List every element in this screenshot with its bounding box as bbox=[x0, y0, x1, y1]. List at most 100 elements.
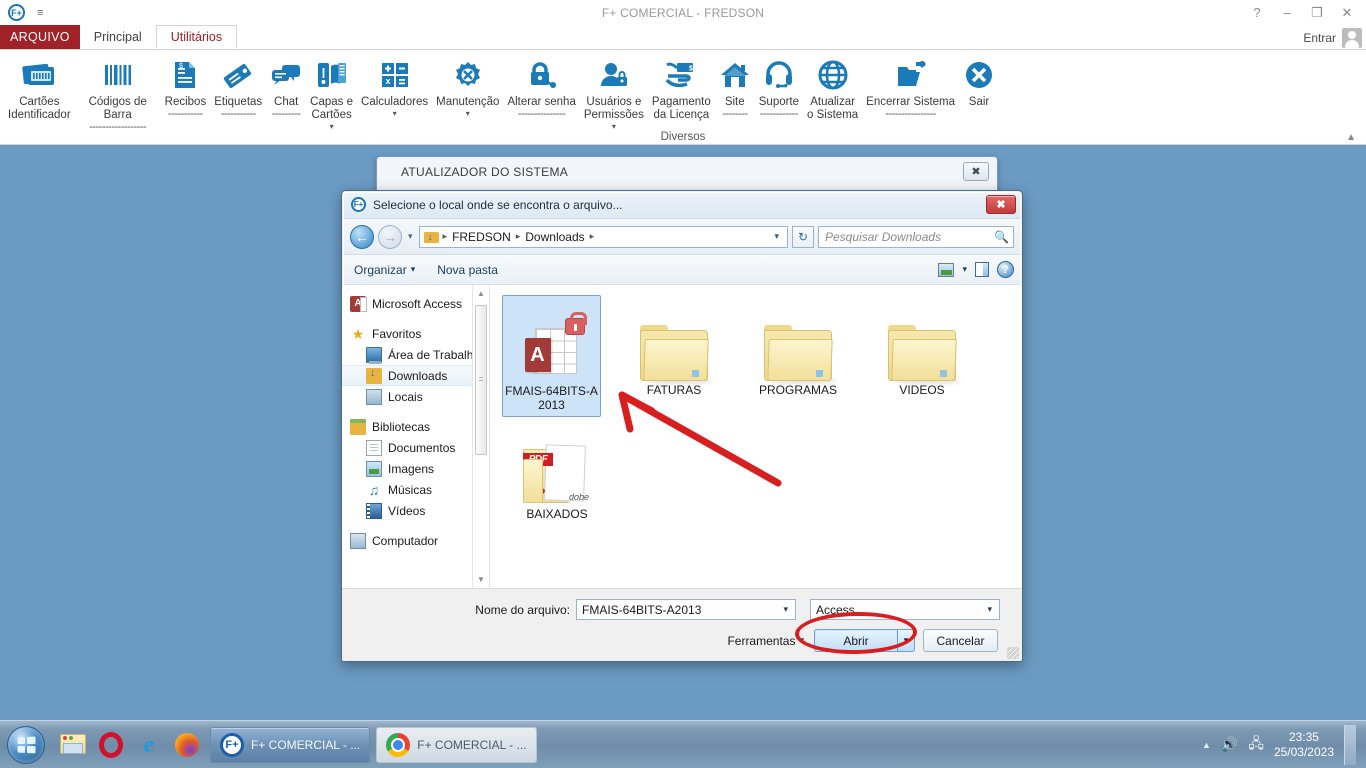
restore-icon[interactable]: ❐ bbox=[1302, 1, 1332, 25]
filename-row: Nome do arquivo: FMAIS-64BITS-A2013 ▾ Ac… bbox=[342, 589, 1022, 620]
nav-item-area-de-trabalho[interactable]: Área de Trabalho bbox=[342, 344, 489, 365]
chevron-down-icon[interactable]: ▾ bbox=[612, 122, 616, 131]
ribbon-button-calculadores[interactable]: x Calculadores ▾ bbox=[357, 54, 432, 118]
ribbon-button-sair[interactable]: Sair bbox=[959, 54, 999, 109]
volume-icon[interactable]: 🔊 bbox=[1221, 736, 1238, 753]
show-hidden-icons-icon[interactable]: ▲ bbox=[1202, 740, 1211, 750]
ribbon-button-alterar-senha[interactable]: Alterar senha --------------- bbox=[503, 54, 579, 120]
nav-item-bibliotecas[interactable]: Bibliotecas bbox=[342, 416, 489, 437]
back-button-icon[interactable]: ← bbox=[350, 224, 374, 249]
nav-item-documentos[interactable]: Documentos bbox=[342, 437, 489, 458]
scroll-up-icon[interactable]: ▲ bbox=[473, 285, 489, 302]
search-input[interactable]: Pesquisar Downloads 🔍 bbox=[818, 225, 1014, 248]
forward-button-icon[interactable]: → bbox=[378, 224, 402, 249]
nav-item-videos[interactable]: Vídeos bbox=[342, 500, 489, 521]
scrollbar-thumb[interactable] bbox=[475, 305, 487, 455]
close-icon[interactable]: ✕ bbox=[1332, 1, 1362, 25]
filetype-select[interactable]: Access ▾ bbox=[810, 599, 1000, 620]
filename-input[interactable]: FMAIS-64BITS-A2013 ▾ bbox=[576, 599, 796, 620]
chevron-down-icon[interactable]: ▾ bbox=[393, 109, 397, 118]
ribbon-button-site[interactable]: Site -------- bbox=[715, 54, 755, 120]
recent-locations-icon[interactable]: ▾ bbox=[406, 231, 415, 242]
taskbar-opera-button[interactable] bbox=[94, 727, 128, 763]
network-icon[interactable]: 🖧 bbox=[1248, 733, 1264, 757]
search-placeholder: Pesquisar Downloads bbox=[825, 229, 942, 244]
refresh-icon[interactable]: ↻ bbox=[792, 225, 814, 248]
avatar-icon[interactable] bbox=[1342, 28, 1362, 48]
ribbon-collapse-icon[interactable]: ▲ bbox=[1346, 132, 1356, 143]
breadcrumb[interactable]: ↓ ▸ FREDSON ▸ Downloads ▸ ▾ bbox=[418, 225, 788, 248]
taskbar-task-fplus[interactable]: F+ F+ COMERCIAL - ... bbox=[210, 726, 371, 763]
ribbon-button-capas-e-cartoes[interactable]: Capas e Cartões ▾ bbox=[306, 54, 357, 131]
breadcrumb-item-downloads[interactable]: Downloads bbox=[524, 230, 585, 244]
organize-button[interactable]: Organizar ▾ bbox=[350, 261, 419, 279]
scroll-down-icon[interactable]: ▼ bbox=[473, 571, 489, 588]
tools-button[interactable]: Ferramentas ▾ bbox=[727, 634, 806, 648]
file-list[interactable]: A FMAIS-64BITS-A2013 FATURAS PROGRAMAS V… bbox=[490, 285, 1022, 588]
ribbon-button-usuarios-e-permissoes[interactable]: Usuários e Permissões ▾ bbox=[580, 54, 648, 131]
cancel-button[interactable]: Cancelar bbox=[923, 629, 998, 652]
file-item-baixados[interactable]: PDF ∾ dobe BAIXADOS bbox=[502, 423, 612, 525]
music-icon: ♫ bbox=[368, 481, 380, 498]
nav-item-musicas[interactable]: ♫ Músicas bbox=[342, 479, 489, 500]
taskbar-firefox-button[interactable] bbox=[170, 727, 204, 763]
show-desktop-button[interactable] bbox=[1344, 724, 1356, 765]
change-view-icon[interactable] bbox=[938, 262, 955, 277]
tab-principal[interactable]: Principal bbox=[80, 25, 156, 49]
minimize-icon[interactable]: – bbox=[1272, 1, 1302, 25]
taskbar-explorer-button[interactable] bbox=[56, 727, 90, 763]
open-dropdown-icon[interactable]: ▾ bbox=[898, 629, 915, 652]
nav-item-microsoft-access[interactable]: A Microsoft Access bbox=[342, 293, 489, 314]
chevron-down-icon[interactable]: ▾ bbox=[778, 604, 793, 615]
ribbon-button-recibos[interactable]: $ Recibos ----------- bbox=[161, 54, 211, 120]
nav-item-computador[interactable]: Computador bbox=[342, 530, 489, 551]
nav-item-imagens[interactable]: Imagens bbox=[342, 458, 489, 479]
help-icon[interactable]: ? bbox=[997, 261, 1014, 278]
file-item-videos[interactable]: VIDEOS bbox=[860, 295, 984, 417]
nav-item-locais[interactable]: Locais bbox=[342, 386, 489, 407]
preview-pane-icon[interactable] bbox=[975, 262, 989, 277]
taskbar-task-chrome[interactable]: F+ COMERCIAL - ... bbox=[376, 726, 537, 763]
system-tray: ▲ 🔊 🖧 23:35 25/03/2023 bbox=[1202, 724, 1366, 765]
nav-label: Documentos bbox=[388, 440, 456, 455]
dialog-close-button[interactable]: ✖ bbox=[986, 195, 1016, 214]
ribbon-button-atualizar-o-sistema[interactable]: Atualizar o Sistema bbox=[803, 54, 862, 122]
ribbon-button-chat[interactable]: Chat --------- bbox=[266, 54, 306, 120]
file-item-programas[interactable]: PROGRAMAS bbox=[736, 295, 860, 417]
chevron-down-icon[interactable]: ▾ bbox=[962, 264, 967, 275]
start-button[interactable] bbox=[4, 724, 48, 766]
quick-launch-bar: e bbox=[56, 727, 204, 763]
chevron-down-icon[interactable]: ▾ bbox=[982, 604, 997, 615]
open-split-button[interactable]: Abrir ▾ bbox=[814, 629, 915, 652]
nav-item-favoritos[interactable]: ★ Favoritos bbox=[342, 323, 489, 344]
videos-icon bbox=[366, 502, 382, 519]
chevron-down-icon[interactable]: ▾ bbox=[768, 231, 785, 242]
ribbon-button-cartoes-identificador[interactable]: Cartões Identificador bbox=[4, 54, 75, 122]
ribbon-button-encerrar-sistema[interactable]: Encerrar Sistema ---------------- bbox=[862, 54, 959, 120]
chevron-down-icon[interactable]: ▾ bbox=[466, 109, 470, 118]
ribbon-button-pagamento-da-licenca[interactable]: $ Pagamento da Licença bbox=[648, 54, 715, 122]
tab-arquivo[interactable]: ARQUIVO bbox=[0, 25, 80, 49]
taskbar-ie-button[interactable]: e bbox=[132, 727, 166, 763]
file-icon-box: A bbox=[521, 298, 587, 382]
navpane-scrollbar[interactable]: ▲ ▼ bbox=[472, 285, 489, 588]
ribbon-button-etiquetas[interactable]: Etiquetas ----------- bbox=[210, 54, 266, 120]
new-folder-button[interactable]: Nova pasta bbox=[433, 261, 502, 279]
signin-area[interactable]: Entrar bbox=[1303, 28, 1362, 48]
clock[interactable]: 23:35 25/03/2023 bbox=[1274, 730, 1334, 760]
file-item-faturas[interactable]: FATURAS bbox=[612, 295, 736, 417]
breadcrumb-item-fredson[interactable]: FREDSON bbox=[451, 230, 512, 244]
tab-utilitarios[interactable]: Utilitários bbox=[155, 25, 238, 49]
file-item-fmais-64bits-a2013[interactable]: A FMAIS-64BITS-A2013 bbox=[502, 295, 601, 417]
resize-grip[interactable] bbox=[1007, 647, 1019, 659]
dialog-toolbar: Organizar ▾ Nova pasta ▾ ? bbox=[342, 255, 1022, 285]
ribbon-button-manutencao[interactable]: Manutenção ▾ bbox=[432, 54, 503, 118]
ribbon-button-codigos-de-barra[interactable]: Códigos de Barra ------------------ bbox=[75, 54, 161, 133]
ribbon-button-suporte[interactable]: Suporte ------------ bbox=[755, 54, 803, 120]
help-icon[interactable]: ? bbox=[1242, 1, 1272, 25]
updater-close-button[interactable]: ✖ bbox=[963, 162, 989, 181]
open-button[interactable]: Abrir bbox=[814, 629, 898, 652]
file-open-dialog[interactable]: F+ Selecione o local onde se encontra o … bbox=[341, 190, 1023, 662]
chevron-down-icon[interactable]: ▾ bbox=[330, 122, 334, 131]
nav-item-downloads[interactable]: Downloads bbox=[342, 365, 489, 386]
